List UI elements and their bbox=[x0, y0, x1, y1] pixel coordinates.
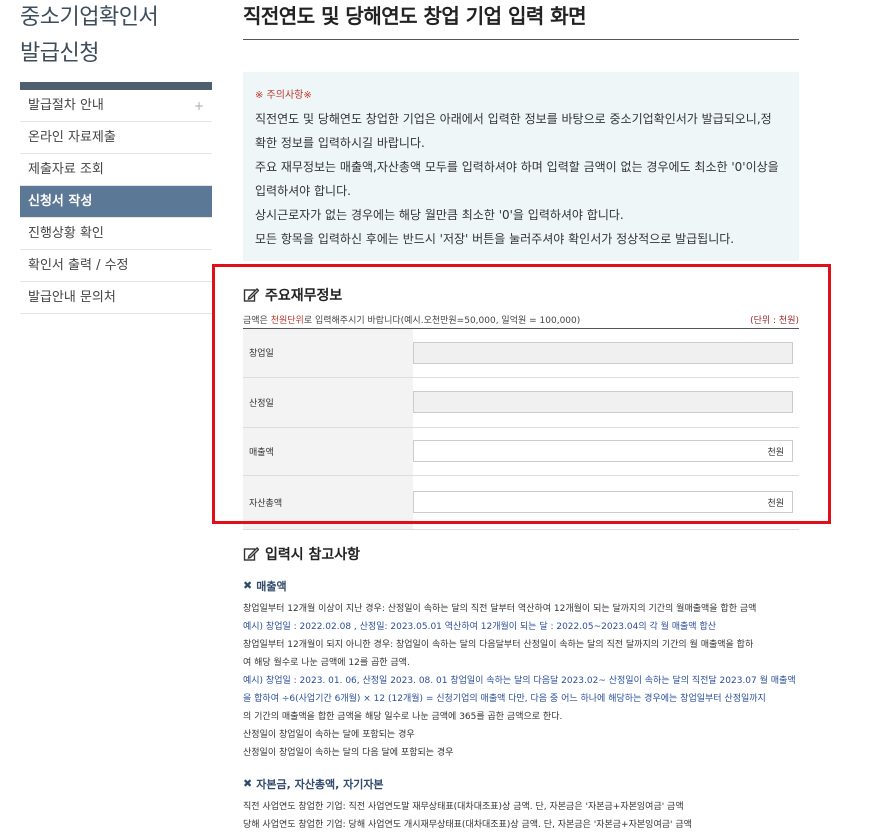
sidebar-item-label: 진행상황 확인 bbox=[28, 226, 104, 241]
notice-line: 입력하셔야 합니다. bbox=[255, 184, 351, 198]
reference-title-text: 입력시 참고사항 bbox=[265, 546, 361, 563]
ref-line: 예시) 창업일 : 2022.02.08 , 산정일: 2023.05.01 역… bbox=[243, 621, 717, 632]
reference-section-title: 입력시 참고사항 bbox=[243, 544, 799, 564]
notice-head: ※ 주의사항※ bbox=[255, 90, 312, 101]
ref-line: 을 합하여 ÷6(사업기간 6개월) × 12 (12개월) = 신청기업의 매… bbox=[243, 693, 766, 704]
sidebar: 중소기업확인서 발급신청 발급절차 안내 + 온라인 자료제출 제출자료 조회 … bbox=[20, 0, 212, 314]
reference-content: ✖ 매출액 창업일부터 12개월 이상이 지난 경우: 산정일이 속하는 달의 … bbox=[243, 578, 799, 834]
notice-box: ※ 주의사항※ 직전연도 및 당해연도 창업한 기업은 아래에서 입력한 정보를… bbox=[243, 72, 799, 261]
edit-icon bbox=[243, 546, 259, 561]
sidebar-item-label: 신청서 작성 bbox=[28, 194, 93, 209]
ref-line: 여 해당 월수로 나눈 금액에 12를 곱한 금액. bbox=[243, 657, 410, 668]
sales-ref-title: ✖ 매출액 bbox=[243, 579, 287, 593]
ref-line: 산정일이 창업일이 속하는 달에 포함되는 경우 bbox=[243, 729, 415, 740]
sidebar-item-label: 확인서 출력 / 수정 bbox=[28, 258, 129, 273]
sidebar-item-submission-lookup[interactable]: 제출자료 조회 bbox=[20, 154, 212, 186]
sidebar-item-progress[interactable]: 진행상황 확인 bbox=[20, 218, 212, 250]
bullet-icon: ✖ bbox=[243, 579, 253, 592]
sidebar-item-label: 발급절차 안내 bbox=[28, 98, 104, 113]
notice-line: 모든 항목을 입력하신 후에는 반드시 '저장' 버튼을 눌러주셔야 확인서가 … bbox=[255, 232, 735, 246]
plus-icon[interactable]: + bbox=[194, 90, 204, 122]
sales-ref-block: 창업일부터 12개월 이상이 지난 경우: 산정일이 속하는 달의 직전 달부터… bbox=[243, 600, 799, 762]
sidebar-item-label: 온라인 자료제출 bbox=[28, 130, 116, 145]
sidebar-title: 중소기업확인서 발급신청 bbox=[20, 0, 212, 72]
sidebar-item-application[interactable]: 신청서 작성 bbox=[20, 186, 212, 218]
sidebar-item-procedure[interactable]: 발급절차 안내 + bbox=[20, 90, 212, 122]
sidebar-title-line1: 중소기업확인서 bbox=[20, 5, 159, 30]
notice-line: 주요 재무정보는 매출액,자산총액 모두를 입력하셔야 하며 입력할 금액이 없… bbox=[255, 160, 779, 174]
sidebar-item-label: 제출자료 조회 bbox=[28, 162, 104, 177]
sidebar-menu: 발급절차 안내 + 온라인 자료제출 제출자료 조회 신청서 작성 진행상황 확… bbox=[20, 90, 212, 314]
ref-line: 당해 사업연도 창업한 기업: 당해 사업연도 개시재무상태표(대차대조표)상 … bbox=[243, 819, 692, 830]
sidebar-item-online-submit[interactable]: 온라인 자료제출 bbox=[20, 122, 212, 154]
notice-line: 확한 정보를 입력하시길 바랍니다. bbox=[255, 136, 425, 150]
sidebar-item-print-edit[interactable]: 확인서 출력 / 수정 bbox=[20, 250, 212, 282]
sidebar-item-label: 발급안내 문의처 bbox=[28, 290, 116, 305]
ref-line: 산정일이 창업일이 속하는 달의 다음 달에 포함되는 경우 bbox=[243, 747, 454, 758]
sidebar-divider bbox=[20, 82, 212, 90]
ref-line: 의 기간의 매출액을 합한 금액을 해당 일수로 나눈 금액에 365를 곱한 … bbox=[243, 711, 563, 722]
ref-line: 창업일부터 12개월이 되지 아니한 경우: 창업일이 속하는 달의 다음달부터… bbox=[243, 639, 754, 650]
capital-ref-block: 직전 사업연도 창업한 기업: 직전 사업연도말 재무상태표(대차대조표)상 금… bbox=[243, 798, 799, 834]
sidebar-item-contact[interactable]: 발급안내 문의처 bbox=[20, 282, 212, 314]
highlight-box bbox=[212, 264, 831, 524]
page-title: 직전연도 및 당해연도 창업 기업 입력 화면 bbox=[243, 0, 799, 40]
ref-line: 창업일부터 12개월 이상이 지난 경우: 산정일이 속하는 달의 직전 달부터… bbox=[243, 603, 757, 614]
notice-line: 상시근로자가 없는 경우에는 해당 월만큼 최소한 '0'을 입력하셔야 합니다… bbox=[255, 208, 624, 222]
ref-line: 직전 사업연도 창업한 기업: 직전 사업연도말 재무상태표(대차대조표)상 금… bbox=[243, 801, 684, 812]
capital-ref-title: ✖ 자본금, 자산총액, 자기자본 bbox=[243, 777, 384, 791]
ref-line: 예시) 창업일 : 2023. 01. 06, 산정일 2023. 08. 01… bbox=[243, 675, 796, 686]
notice-line: 직전연도 및 당해연도 창업한 기업은 아래에서 입력한 정보를 바탕으로 중소… bbox=[255, 112, 772, 126]
bullet-icon: ✖ bbox=[243, 777, 253, 790]
sidebar-title-line2: 발급신청 bbox=[20, 41, 99, 66]
